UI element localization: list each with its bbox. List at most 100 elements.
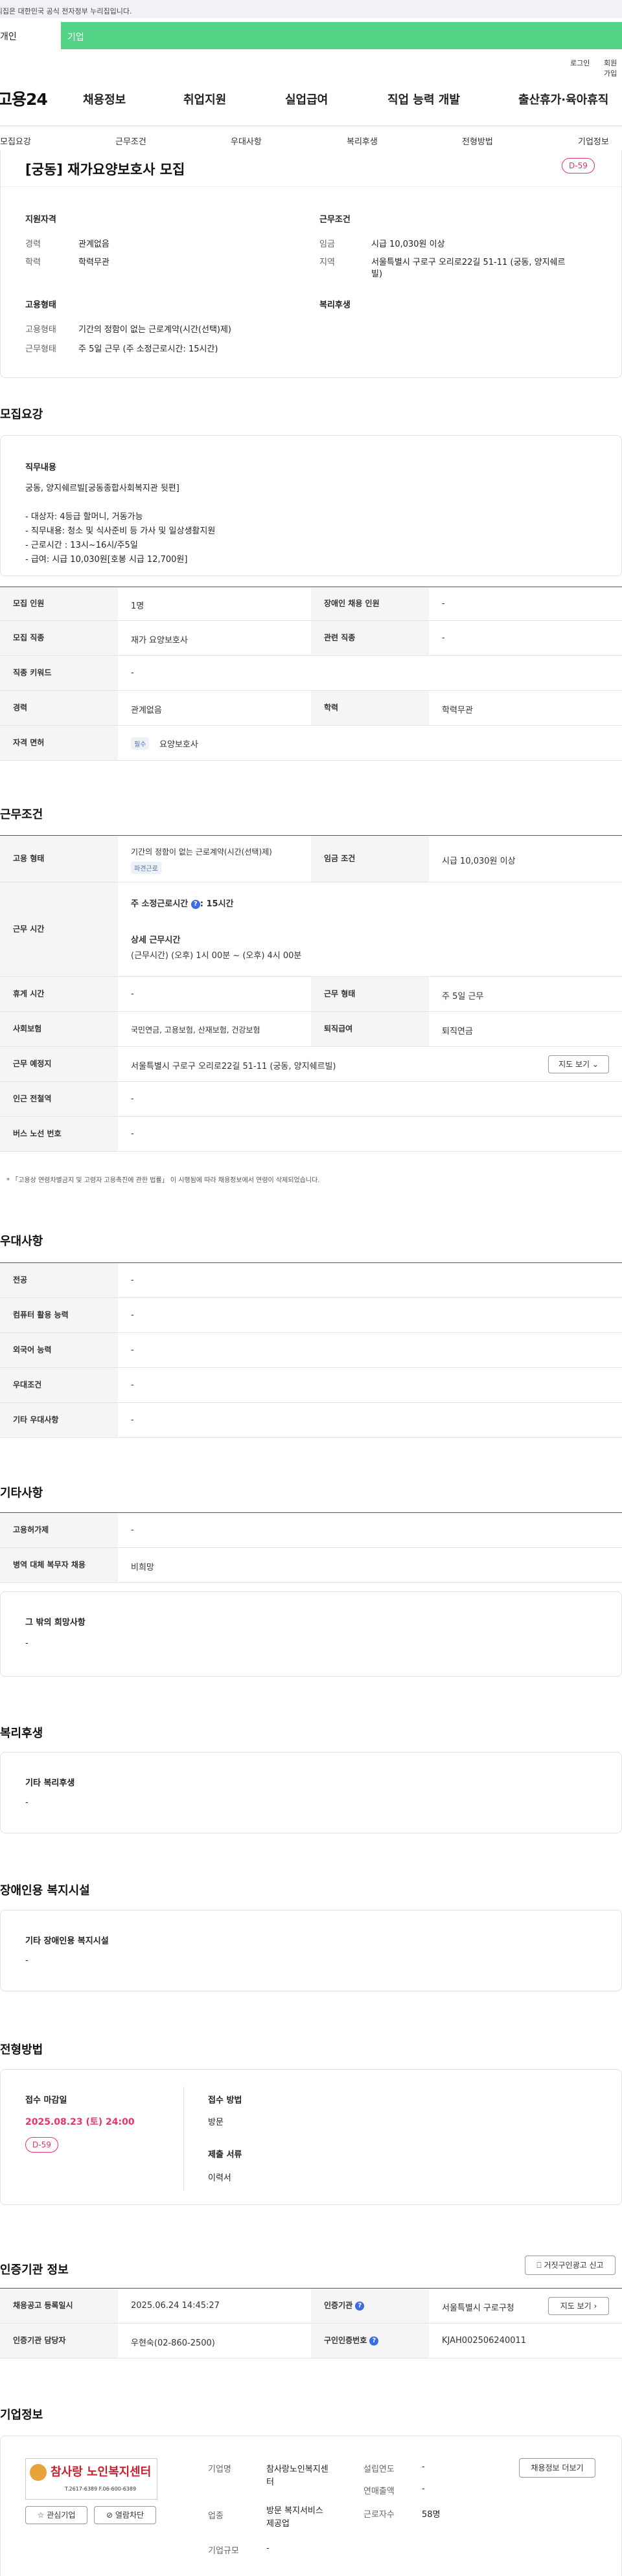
gnb-item-jobs[interactable]: 채용정보 [83,91,126,107]
emp-heading: 고용형태 [25,300,56,310]
docs-value: 이력서 [208,2173,231,2183]
table-row: 버스 노선 번호 - [0,1117,622,1152]
subnav-preference[interactable]: 우대사항 [231,135,262,147]
table-row: 모집 인원 1명 장애인 채용 인원 - [0,587,622,621]
sales-value: - [422,2484,425,2494]
favorite-company-button[interactable]: ☆ 관심기업 [25,2506,87,2524]
welfare-box: 기타 복리후생 - [0,1752,622,1833]
table-row: 근무 예정지 서울특별시 구로구 오리로22길 51-11 (궁동, 양지쉐르빌… [0,1047,622,1082]
report-fake-ad-button[interactable]: ⎕ 거짓구인광고 신고 [525,2256,616,2275]
cell-value: 관계없음 [131,706,162,715]
other-wishes-box: 그 밖의 희망사항 - [0,1591,622,1677]
cell-value: - [131,1094,134,1104]
login-link[interactable]: 로그인 [570,58,590,68]
welfare-box-value: - [25,1798,29,1808]
welfare-heading: 복리후생 [319,300,351,310]
dday-badge: D-59 [25,2137,58,2153]
age-notice: * 「고용상 연령차별금지 및 고령자 고용촉진에 관한 법률」 이 시행됨에 … [6,1177,320,1184]
table-row: 고용허가제 - [0,1513,622,1548]
docs-label: 제출 서류 [208,2150,242,2160]
block-icon: ⊘ [106,2511,113,2520]
section-title-welfare: 복리후생 [0,1727,43,1740]
region-value-line2: 빌) [371,269,383,279]
facility-box: 기타 장애인용 복지시설 - [0,1910,622,1991]
cell-label: 인증기관 담당자 [0,2324,118,2358]
cell-label: 임금 조건 [311,836,429,882]
cell-label-text: 구인인증번호 [324,2336,367,2345]
size-label: 기업규모 [208,2546,239,2556]
info-icon[interactable]: ? [190,899,200,909]
gnb-item-unemployment[interactable]: 실업급여 [285,91,328,107]
report-icon: ⎕ [536,2261,542,2270]
section-title-facility: 장애인용 복지시설 [0,1884,90,1898]
cell-value: 비희망 [131,1563,154,1573]
map-button[interactable]: 지도 보기 ⌄ [548,1055,609,1073]
duty-line: - 직무내용: 청소 및 식사준비 등 가사 및 일상생활지원 [25,526,216,536]
section-title-etc: 기타사항 [0,1486,43,1500]
gnb-item-parental-leave[interactable]: 출산휴가·육아휴직 [518,91,608,107]
wage-label: 임금 [319,240,335,249]
cell-label: 기타 우대사항 [0,1403,118,1437]
detail-hours-title: 상세 근무시간 [131,935,181,945]
required-tag: 필수 [131,737,150,750]
cell-label: 장애인 채용 인원 [311,587,429,620]
cell-label: 모집 직종 [0,621,118,655]
cell-value: KJAH002506240011 [442,2336,527,2346]
weekly-hours-value: : 15시간 [200,899,234,909]
star-icon: ☆ [37,2511,45,2520]
cell-label: 모집 인원 [0,587,118,620]
cell-label: 근무 시간 [0,882,118,976]
cell-label: 외국어 능력 [0,1333,118,1367]
work-value: 주 5일 근무 (주 소정근로시간: 15시간) [78,344,218,354]
cell-value: 시급 10,030원 이상 [442,857,516,866]
work-label: 근무형태 [25,344,56,354]
block-button-label: 열람차단 [115,2511,144,2520]
cell-value: 서울특별시 구로구청 [442,2303,514,2313]
cell-value: - [131,668,134,678]
info-icon[interactable]: ? [369,2336,379,2346]
subnav-selection[interactable]: 전형방법 [462,135,493,147]
cell-label: 병역 대체 복무자 채용 [0,1548,118,1582]
table-row: 휴게 시간 - 근무 형태 주 5일 근무 [0,977,622,1012]
qual-heading: 지원자격 [25,215,56,225]
cell-label: 컴퓨터 활용 능력 [0,1298,118,1332]
cell-label: 퇴직급여 [311,1012,429,1046]
subnav-company[interactable]: 기업정보 [578,135,609,147]
tab-person[interactable]: 개인 [0,22,61,49]
gnb-item-training[interactable]: 직업 능력 개발 [387,91,460,107]
agency-map-button[interactable]: 지도 보기 › [548,2297,609,2315]
cell-value: - [131,1129,134,1139]
cell-value: 퇴직연금 [442,1027,473,1036]
info-icon[interactable]: ? [355,2301,365,2311]
cell-label: 버스 노선 번호 [0,1117,118,1151]
cell-label: 학력 [311,691,429,725]
table-row: 외국어 능력 - [0,1333,622,1368]
more-jobs-button[interactable]: 채용정보 더보기 [519,2458,595,2478]
cell-value: 서울특별시 구로구 오리로22길 51-11 (궁동, 양지쉐르빌) [131,1062,336,1071]
cell-value: 기간의 정함이 없는 근로계약(시간(선택)제) [131,847,272,857]
region-value-line1: 서울특별시 구로구 오리로22길 51-11 (궁동, 양지쉐르 [371,258,566,267]
table-row: 인근 전철역 - [0,1082,622,1117]
cell-label: 휴게 시간 [0,977,118,1011]
section-title-cert: 인증기관 정보 [0,2263,69,2277]
subnav-conditions[interactable]: 근무조건 [115,135,146,147]
table-row: 인증기관 담당자 우현숙(02-860-2500) 구인인증번호 ? KJAH0… [0,2324,622,2358]
facility-box-value: - [25,1956,29,1966]
emp-value: 기간의 정함이 없는 근로계약(시간(선택)제) [78,325,232,335]
table-row: 기타 우대사항 - [0,1403,622,1438]
region-label: 지역 [319,258,335,267]
company-name-value-line2: 터 [266,2478,274,2487]
subnav-welfare[interactable]: 복리후생 [347,135,378,147]
table-row: 컴퓨터 활용 능력 - [0,1298,622,1333]
block-company-button[interactable]: ⊘ 열람차단 [94,2506,156,2524]
company-name-value-line1: 참사랑노인복지센 [266,2465,328,2474]
gnb-item-employment-support[interactable]: 취업지원 [183,91,226,107]
selection-divider [183,2087,184,2190]
subnav-recruit[interactable]: 모집요강 [0,135,31,147]
join-link[interactable]: 회원가입 [604,58,622,78]
cell-value: 1명 [131,601,144,611]
tab-company[interactable]: 기업 [67,30,84,43]
table-row: 모집 직종 재가 요양보호사 관련 직종 - [0,621,622,656]
site-logo[interactable]: 고용24 [0,87,48,110]
table-row: 근무 시간 주 소정근로시간 ?: 15시간 상세 근무시간 (근무시간) (오… [0,882,622,977]
